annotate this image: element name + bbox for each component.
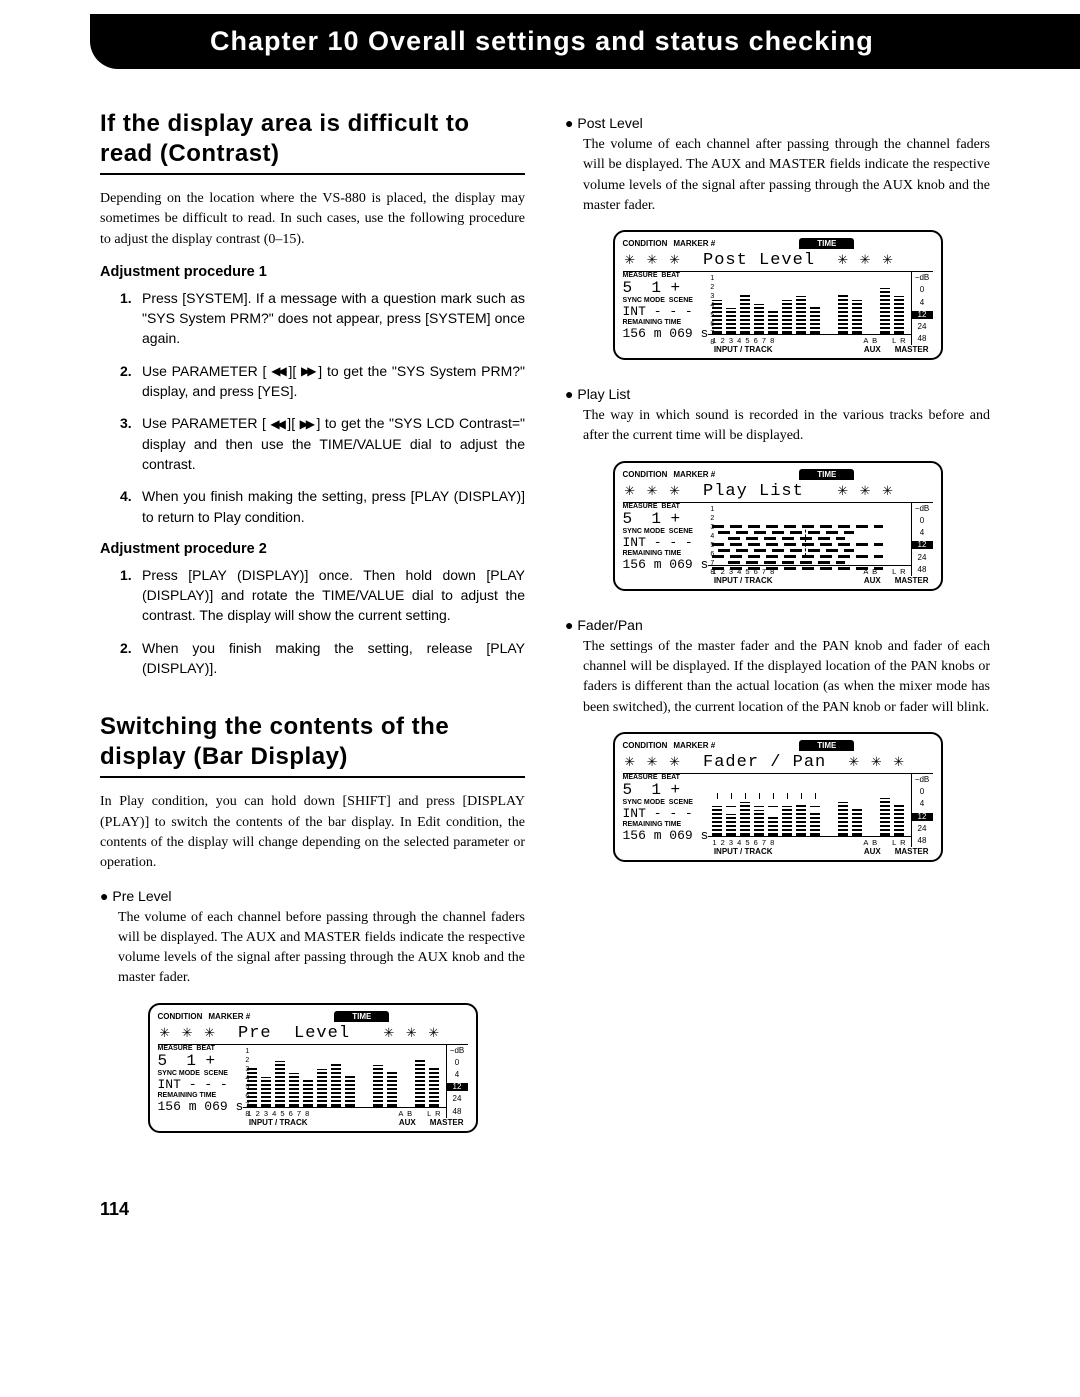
proc1-step3: Use PARAMETER [ ◀◀ ][ ▶▶ ] to get the "S… xyxy=(120,413,525,474)
lcd-channel-numbers: 1 2 3 4 5 6 7 8 xyxy=(247,1109,310,1118)
lcd-row-numbers: 12345678 xyxy=(245,1047,249,1120)
lcd-input-track-label: INPUT / TRACK xyxy=(249,1118,308,1127)
lcd-measure-label: MEASURE xyxy=(158,1045,193,1052)
proc1-step4: When you finish making the setting, pres… xyxy=(120,486,525,527)
procedure-1-list: Press [SYSTEM]. If a message with a ques… xyxy=(120,288,525,527)
lcd-mode-title: Play List xyxy=(703,482,804,501)
lcd-tracks xyxy=(708,523,910,570)
rewind-icon: ◀◀ xyxy=(270,418,282,430)
procedure-1-heading: Adjustment procedure 1 xyxy=(100,264,525,280)
lcd-remaining-label: REMAINING TIME xyxy=(158,1092,244,1099)
proc1-step1: Press [SYSTEM]. If a message with a ques… xyxy=(120,288,525,349)
lcd-pre-level: CONDITION MARKER # TIME ✳ ✳ ✳ Pre Level … xyxy=(148,1003,478,1133)
page-number: 114 xyxy=(100,1199,1080,1220)
post-level-label: Post Level xyxy=(565,115,990,131)
lcd-post-level: CONDITION MARKER # TIME ✳ ✳ ✳ Post Level… xyxy=(613,230,943,360)
proc1-step2-b: ][ xyxy=(284,363,301,379)
lcd-db-scale: −dB 0 4 12 24 48 xyxy=(446,1045,468,1118)
lcd-marker-label: MARKER # xyxy=(208,1012,250,1021)
procedure-2-heading: Adjustment procedure 2 xyxy=(100,541,525,557)
post-level-text: The volume of each channel after passing… xyxy=(583,135,990,216)
chapter-header: Chapter 10 Overall settings and status c… xyxy=(90,14,1080,69)
lcd-sync-label: SYNC MODE xyxy=(158,1070,200,1077)
proc2-step2: When you finish making the setting, rele… xyxy=(120,638,525,679)
lcd-mode-title: Post Level xyxy=(703,251,815,270)
lcd-stars-left: ✳ ✳ ✳ xyxy=(160,1024,216,1043)
pre-level-label: Pre Level xyxy=(100,888,525,904)
proc1-step3-a: Use PARAMETER [ xyxy=(142,415,270,431)
page-body: If the display area is difficult to read… xyxy=(0,109,1080,1159)
lcd-meter-area: 12345678 xyxy=(243,1045,445,1118)
fast-forward-icon: ▶▶ xyxy=(300,418,312,430)
pre-level-text: The volume of each channel before passin… xyxy=(118,908,525,989)
fader-pan-label: Fader/Pan xyxy=(565,617,990,633)
lcd-ab-label: A B xyxy=(398,1109,413,1118)
lcd-lr-label: L R xyxy=(427,1109,441,1118)
lcd-beat-value: 1 xyxy=(186,1052,196,1070)
lcd-measure-value: 5 xyxy=(158,1052,168,1070)
lcd-master-label: MASTER xyxy=(430,1118,464,1127)
procedure-2-list: Press [PLAY (DISPLAY)] once. Then hold d… xyxy=(120,565,525,678)
proc1-step2: Use PARAMETER [ ◀◀ ][ ▶▶ ] to get the "S… xyxy=(120,361,525,402)
section-title-contrast: If the display area is difficult to read… xyxy=(100,109,525,175)
rewind-icon: ◀◀ xyxy=(271,365,283,377)
right-column: Post Level The volume of each channel af… xyxy=(565,109,990,1159)
lcd-condition-label: CONDITION xyxy=(158,1012,203,1021)
lcd-scene-label: SCENE xyxy=(204,1070,228,1077)
lcd-left-block: MEASURE BEAT 5 1 + SYNC MODE SCENE INT -… xyxy=(158,1045,244,1118)
lcd-mode-title: Pre Level xyxy=(238,1024,350,1043)
lcd-fader-pan: CONDITION MARKER # TIME ✳ ✳ ✳ Fader / Pa… xyxy=(613,732,943,862)
fast-forward-icon: ▶▶ xyxy=(301,365,313,377)
lcd-title-row: ✳ ✳ ✳ Pre Level ✳ ✳ ✳ xyxy=(158,1022,468,1045)
lcd-stars-right: ✳ ✳ ✳ xyxy=(384,1024,440,1043)
play-list-label: Play List xyxy=(565,386,990,402)
bardisplay-intro: In Play condition, you can hold down [SH… xyxy=(100,792,525,873)
lcd-time-tab: TIME xyxy=(334,1011,389,1022)
proc2-step1: Press [PLAY (DISPLAY)] once. Then hold d… xyxy=(120,565,525,626)
left-column: If the display area is difficult to read… xyxy=(100,109,525,1159)
playhead-icon xyxy=(805,525,806,556)
lcd-play-list: CONDITION MARKER # TIME ✳ ✳ ✳ Play List … xyxy=(613,461,943,591)
play-list-text: The way in which sound is recorded in th… xyxy=(583,406,990,447)
lcd-beat-label: BEAT xyxy=(196,1045,215,1052)
lcd-pan-row xyxy=(708,794,910,810)
proc1-step2-a: Use PARAMETER [ xyxy=(142,363,271,379)
lcd-remaining-value: 156 m 069 s xyxy=(158,1100,244,1113)
lcd-mode-title: Fader / Pan xyxy=(703,753,826,772)
lcd-aux-label: AUX xyxy=(399,1118,416,1127)
section-title-bardisplay: Switching the contents of the display (B… xyxy=(100,712,525,778)
contrast-intro: Depending on the location where the VS-8… xyxy=(100,189,525,250)
lcd-sync-value: INT xyxy=(158,1077,181,1092)
lcd-scene-value: - - - xyxy=(189,1077,228,1092)
proc1-step3-b: ][ xyxy=(283,415,300,431)
fader-pan-text: The settings of the master fader and the… xyxy=(583,637,990,718)
